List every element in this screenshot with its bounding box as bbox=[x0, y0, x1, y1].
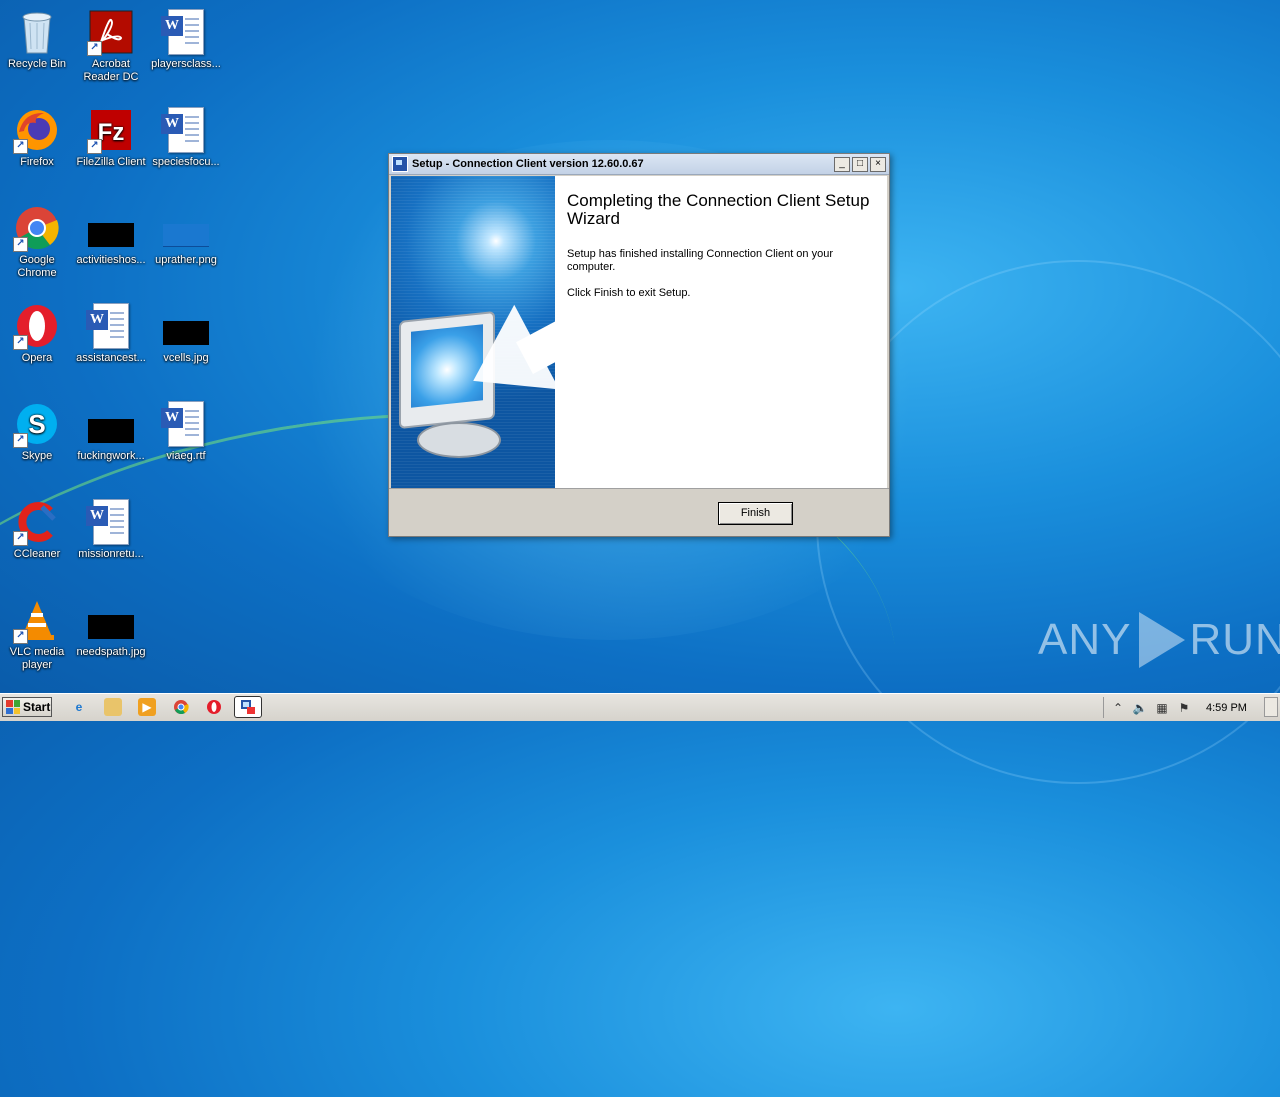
word-document-icon: W bbox=[86, 302, 135, 350]
desktop-icon-viaeg[interactable]: W viaeg.rtf bbox=[149, 400, 223, 463]
desktop-icon-opera[interactable]: ↗ Opera bbox=[0, 302, 74, 365]
desktop-icon-firefox[interactable]: ↗ Firefox bbox=[0, 106, 74, 169]
chrome-icon: ↗ bbox=[13, 204, 61, 252]
desktop-icon-missionretu[interactable]: W missionretu... bbox=[74, 498, 148, 561]
start-label: Start bbox=[23, 700, 51, 714]
desktop-icon-label: Recycle Bin bbox=[7, 58, 67, 70]
word-document-icon: W bbox=[161, 106, 210, 154]
desktop-icon-needspath[interactable]: needspath.jpg bbox=[74, 596, 148, 659]
start-button[interactable]: Start bbox=[2, 697, 52, 717]
desktop-icon-uprather[interactable]: uprather.png bbox=[149, 204, 223, 267]
system-tray: ⌃ 🔈 ▦ ⚑ 4:59 PM bbox=[1103, 697, 1280, 718]
desktop-icon-label: assistancest... bbox=[76, 352, 146, 364]
desktop-icon-label: fuckingwork... bbox=[77, 450, 145, 462]
wizard-message: Setup has finished installing Connection… bbox=[567, 248, 833, 273]
setup-window: Setup - Connection Client version 12.60.… bbox=[388, 153, 890, 537]
image-thumbnail-icon bbox=[162, 204, 210, 252]
desktop-icon-skype[interactable]: S ↗ Skype bbox=[0, 400, 74, 463]
desktop-icon-label: playersclass... bbox=[151, 58, 221, 70]
desktop-icon-vlc[interactable]: ↗ VLC media player bbox=[0, 596, 74, 672]
word-document-icon: W bbox=[161, 8, 210, 56]
chrome-icon[interactable] bbox=[172, 698, 190, 716]
desktop-icon-label: VLC media player bbox=[9, 646, 65, 671]
maximize-button[interactable]: □ bbox=[852, 156, 868, 172]
minimize-button[interactable]: _ bbox=[834, 156, 850, 172]
desktop-icon-google-chrome[interactable]: ↗ Google Chrome bbox=[0, 204, 74, 280]
desktop-icon-fuckingwork[interactable]: fuckingwork... bbox=[74, 400, 148, 463]
wizard-instruction: Click Finish to exit Setup. bbox=[567, 287, 691, 299]
window-titlebar[interactable]: Setup - Connection Client version 12.60.… bbox=[389, 154, 889, 175]
image-thumbnail-icon bbox=[87, 400, 135, 448]
ccleaner-icon: ↗ bbox=[13, 498, 61, 546]
setup-app-icon[interactable] bbox=[234, 696, 262, 718]
desktop-icon-label: missionretu... bbox=[78, 548, 144, 560]
vlc-icon: ↗ bbox=[13, 596, 61, 644]
word-document-icon: W bbox=[161, 400, 210, 448]
desktop-icon-vcells[interactable]: vcells.jpg bbox=[149, 302, 223, 365]
anyrun-watermark: ANY RUN bbox=[1038, 612, 1280, 668]
recycle-bin-icon bbox=[13, 8, 61, 56]
desktop-icon-filezilla[interactable]: Fz ↗ FileZilla Client bbox=[74, 106, 148, 169]
desktop-icon-label: Acrobat Reader DC bbox=[83, 58, 139, 83]
desktop-icon-label: uprather.png bbox=[155, 254, 217, 266]
chevron-up-icon[interactable]: ⌃ bbox=[1110, 700, 1126, 716]
image-thumbnail-icon bbox=[87, 204, 135, 252]
firefox-icon: ↗ bbox=[13, 106, 61, 154]
internet-explorer-icon[interactable]: e bbox=[70, 698, 88, 716]
play-icon bbox=[1139, 612, 1186, 668]
media-player-icon[interactable]: ▶ bbox=[138, 698, 156, 716]
desktop-icon-label: Opera bbox=[21, 352, 53, 364]
opera-icon[interactable] bbox=[205, 698, 223, 716]
desktop-icon-label: activitieshos... bbox=[76, 254, 146, 266]
desktop-icon-label: viaeg.rtf bbox=[166, 450, 206, 462]
desktop-icon-activitieshos[interactable]: activitieshos... bbox=[74, 204, 148, 267]
acrobat-icon: ↗ bbox=[87, 8, 135, 56]
desktop-icon-recycle-bin[interactable]: Recycle Bin bbox=[0, 8, 74, 71]
desktop-icon-label: Skype bbox=[21, 450, 53, 462]
wizard-side-image bbox=[391, 176, 555, 488]
desktop-icon-playersclass[interactable]: W playersclass... bbox=[149, 8, 223, 71]
desktop-icon-assistancest[interactable]: W assistancest... bbox=[74, 302, 148, 365]
opera-icon: ↗ bbox=[13, 302, 61, 350]
flag-icon[interactable]: ⚑ bbox=[1176, 700, 1192, 716]
network-icon[interactable]: ▦ bbox=[1154, 700, 1170, 716]
windows-logo-icon bbox=[6, 700, 20, 714]
word-document-icon: W bbox=[86, 498, 135, 546]
wizard-heading: Completing the Connection Client Setup W… bbox=[567, 191, 870, 228]
taskbar: Start e ▶ ⌃ 🔈 ▦ ⚑ 4:59 PM bbox=[0, 693, 1280, 721]
desktop-icon-label: Google Chrome bbox=[17, 254, 57, 279]
desktop-icon-label: CCleaner bbox=[13, 548, 61, 560]
svg-text:S: S bbox=[28, 409, 45, 439]
desktop-icon-label: vcells.jpg bbox=[163, 352, 209, 364]
desktop-icon-label: FileZilla Client bbox=[76, 156, 146, 168]
finish-button[interactable]: Finish bbox=[718, 502, 793, 525]
desktop-icon-acrobat[interactable]: ↗ Acrobat Reader DC bbox=[74, 8, 148, 84]
close-button[interactable]: × bbox=[870, 156, 886, 172]
desktop-icon-label: needspath.jpg bbox=[76, 646, 146, 658]
watermark-text-left: ANY bbox=[1038, 615, 1132, 664]
image-thumbnail-icon bbox=[87, 596, 135, 644]
show-desktop-button[interactable] bbox=[1264, 697, 1278, 717]
volume-icon[interactable]: 🔈 bbox=[1132, 700, 1148, 716]
setup-app-icon bbox=[392, 156, 408, 172]
image-thumbnail-icon bbox=[162, 302, 210, 350]
skype-icon: S ↗ bbox=[13, 400, 61, 448]
watermark-text-right: RUN bbox=[1189, 615, 1280, 664]
clock[interactable]: 4:59 PM bbox=[1206, 702, 1247, 714]
desktop-icon-speciesfocu[interactable]: W speciesfocu... bbox=[149, 106, 223, 169]
wizard-content: Completing the Connection Client Setup W… bbox=[391, 176, 887, 488]
desktop-icon-ccleaner[interactable]: ↗ CCleaner bbox=[0, 498, 74, 561]
filezilla-icon: Fz ↗ bbox=[87, 106, 135, 154]
window-title: Setup - Connection Client version 12.60.… bbox=[412, 158, 644, 170]
desktop-icon-label: speciesfocu... bbox=[152, 156, 220, 168]
desktop-icon-label: Firefox bbox=[20, 156, 54, 168]
wizard-footer: Finish bbox=[389, 488, 889, 537]
file-explorer-icon[interactable] bbox=[104, 698, 122, 716]
